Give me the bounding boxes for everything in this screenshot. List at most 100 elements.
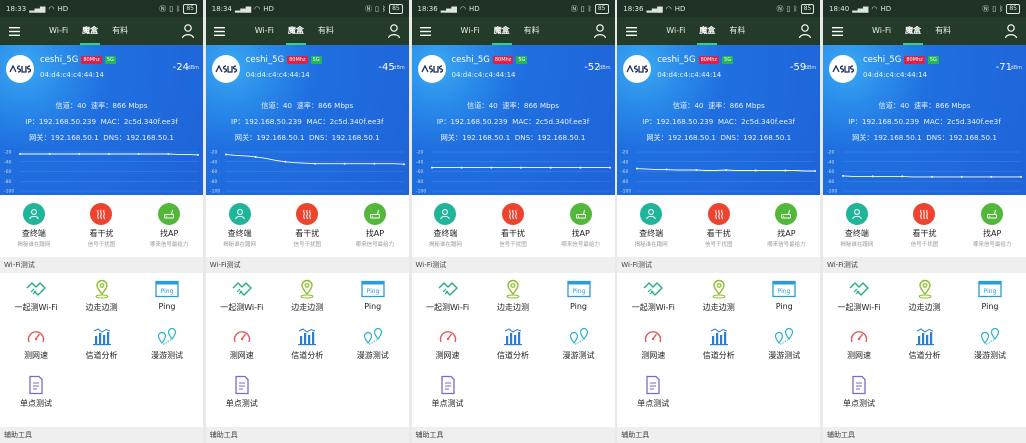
tool-speed-gauge[interactable]: 测网速 bbox=[210, 321, 274, 369]
feature-router[interactable]: 找AP 哪来信号最给力 bbox=[343, 203, 407, 248]
y-tick-label: -100 bbox=[621, 189, 631, 195]
tab-mohe[interactable]: 魔盒 bbox=[75, 17, 105, 45]
profile-button[interactable] bbox=[797, 23, 813, 39]
channel-label: 信道： bbox=[878, 101, 901, 110]
tool-roaming-pins[interactable]: 漫游测试 bbox=[958, 321, 1022, 369]
tab-mohe[interactable]: 魔盒 bbox=[692, 17, 722, 45]
feature-user[interactable]: 查终端 揭秘谁在蹭网 bbox=[208, 203, 272, 248]
tool-roaming-pins[interactable]: 漫游测试 bbox=[341, 321, 405, 369]
menu-button[interactable] bbox=[412, 17, 440, 45]
tool-document[interactable]: 单点测试 bbox=[416, 369, 480, 417]
tab-mohe[interactable]: 魔盒 bbox=[898, 17, 928, 45]
tool-handshake[interactable]: 一起测Wi-Fi bbox=[4, 273, 68, 321]
tab-wifi[interactable]: Wi-Fi bbox=[454, 17, 487, 45]
menu-button[interactable] bbox=[617, 17, 645, 45]
wifi-test-tools: 一起测Wi-Fi 边走边测 Ping Ping 测网速 信道分析 漫游测试单点测试 bbox=[823, 273, 1026, 417]
menu-button[interactable] bbox=[823, 17, 851, 45]
feature-interference[interactable]: 看干扰 信号干扰图 bbox=[69, 203, 133, 248]
tab-youliao[interactable]: 有料 bbox=[517, 17, 547, 45]
tool-bar-chart[interactable]: 信道分析 bbox=[893, 321, 957, 369]
profile-button[interactable] bbox=[386, 23, 402, 39]
tab-mohe[interactable]: 魔盒 bbox=[487, 17, 517, 45]
tab-mohe[interactable]: 魔盒 bbox=[281, 17, 311, 45]
tab-youliao[interactable]: 有料 bbox=[928, 17, 958, 45]
tool-speed-gauge[interactable]: 测网速 bbox=[416, 321, 480, 369]
ip-value: 192.168.50.239 bbox=[244, 117, 302, 126]
channel-width-badge: 80Mhz bbox=[81, 56, 102, 64]
tool-bar-chart[interactable]: 信道分析 bbox=[70, 321, 134, 369]
ip-mac-line: IP：192.168.50.239 MAC：2c5d.340f.ee3f bbox=[412, 117, 615, 127]
feature-user[interactable]: 查终端 揭秘谁在蹭网 bbox=[2, 203, 66, 248]
tool-handshake[interactable]: 一起测Wi-Fi bbox=[416, 273, 480, 321]
tool-handshake[interactable]: 一起测Wi-Fi bbox=[621, 273, 685, 321]
tab-youliao[interactable]: 有料 bbox=[722, 17, 752, 45]
feature-router[interactable]: 找AP 哪来信号最给力 bbox=[754, 203, 818, 248]
tool-bar-chart[interactable]: 信道分析 bbox=[687, 321, 751, 369]
profile-button[interactable] bbox=[592, 23, 608, 39]
feature-interference[interactable]: 看干扰 信号干扰图 bbox=[275, 203, 339, 248]
tab-youliao[interactable]: 有料 bbox=[311, 17, 341, 45]
user-profile-icon bbox=[593, 24, 606, 39]
tool-location-pin[interactable]: 边走边测 bbox=[687, 273, 751, 321]
menu-button[interactable] bbox=[206, 17, 234, 45]
network-type: HD bbox=[674, 4, 686, 13]
tool-bar-chart[interactable]: 信道分析 bbox=[481, 321, 545, 369]
tab-wifi[interactable]: Wi-Fi bbox=[42, 17, 75, 45]
feature-router[interactable]: 找AP 哪来信号最给力 bbox=[960, 203, 1024, 248]
tool-location-pin[interactable]: 边走边测 bbox=[275, 273, 339, 321]
menu-button[interactable] bbox=[0, 17, 28, 45]
profile-button[interactable] bbox=[180, 23, 196, 39]
gateway-dns-line: 网关：192.168.50.1 DNS：192.168.50.1 bbox=[412, 133, 615, 143]
tool-bar-chart[interactable]: 信道分析 bbox=[275, 321, 339, 369]
tool-ping-window[interactable]: Ping Ping bbox=[547, 273, 611, 321]
feature-interference[interactable]: 看干扰 信号干扰图 bbox=[892, 203, 956, 248]
tab-wifi[interactable]: Wi-Fi bbox=[659, 17, 692, 45]
y-tick-label: -100 bbox=[416, 189, 426, 195]
dns-label: DNS： bbox=[720, 133, 744, 142]
gateway-label: 网关： bbox=[29, 133, 51, 142]
feature-interference[interactable]: 看干扰 信号干扰图 bbox=[481, 203, 545, 248]
dns-value: 192.168.50.1 bbox=[537, 133, 586, 142]
profile-button[interactable] bbox=[1003, 23, 1019, 39]
tool-ping-window[interactable]: Ping Ping bbox=[341, 273, 405, 321]
tool-location-pin[interactable]: 边走边测 bbox=[481, 273, 545, 321]
feature-router[interactable]: 找AP 哪来信号最给力 bbox=[137, 203, 201, 248]
y-tick-label: -40 bbox=[621, 159, 628, 165]
tool-document[interactable]: 单点测试 bbox=[4, 369, 68, 417]
feature-user[interactable]: 查终端 揭秘谁在蹭网 bbox=[825, 203, 889, 248]
tool-handshake[interactable]: 一起测Wi-Fi bbox=[210, 273, 274, 321]
tool-location-pin[interactable]: 边走边测 bbox=[893, 273, 957, 321]
tab-youliao[interactable]: 有料 bbox=[105, 17, 135, 45]
tool-roaming-pins[interactable]: 漫游测试 bbox=[547, 321, 611, 369]
tool-document[interactable]: 单点测试 bbox=[210, 369, 274, 417]
tool-location-pin[interactable]: 边走边测 bbox=[70, 273, 134, 321]
signal-point bbox=[108, 152, 110, 155]
tool-document[interactable]: 单点测试 bbox=[827, 369, 891, 417]
handshake-icon bbox=[641, 279, 665, 299]
feature-user[interactable]: 查终端 揭秘谁在蹭网 bbox=[413, 203, 477, 248]
phone-screen: 18:36 ▂▄▆ ◠ HD Ⓝ ▯ ᛒ 85 Wi-Fi 魔盒 有料 cesh… bbox=[617, 0, 821, 443]
mac-label: MAC： bbox=[512, 117, 536, 126]
ping-window-icon: Ping bbox=[361, 279, 385, 299]
feature-router[interactable]: 找AP 哪来信号最给力 bbox=[549, 203, 613, 248]
tab-wifi[interactable]: Wi-Fi bbox=[865, 17, 898, 45]
feature-user[interactable]: 查终端 揭秘谁在蹭网 bbox=[619, 203, 683, 248]
bar-chart-icon bbox=[90, 327, 114, 347]
phone-screen: 18:34 ▂▄▆ ◠ HD Ⓝ ▯ ᛒ 85 Wi-Fi 魔盒 有料 cesh… bbox=[205, 0, 409, 443]
feature-subtitle: 揭秘谁在蹭网 bbox=[223, 242, 257, 248]
tool-row: 单点测试 bbox=[827, 369, 1022, 417]
tool-ping-window[interactable]: Ping Ping bbox=[135, 273, 199, 321]
feature-interference[interactable]: 看干扰 信号干扰图 bbox=[687, 203, 751, 248]
status-time: 18:33 bbox=[6, 4, 27, 13]
tool-handshake[interactable]: 一起测Wi-Fi bbox=[827, 273, 891, 321]
tool-speed-gauge[interactable]: 测网速 bbox=[621, 321, 685, 369]
tool-ping-window[interactable]: Ping Ping bbox=[958, 273, 1022, 321]
tool-document[interactable]: 单点测试 bbox=[621, 369, 685, 417]
tab-wifi[interactable]: Wi-Fi bbox=[248, 17, 281, 45]
tool-roaming-pins[interactable]: 漫游测试 bbox=[752, 321, 816, 369]
tool-speed-gauge[interactable]: 测网速 bbox=[4, 321, 68, 369]
tool-ping-window[interactable]: Ping Ping bbox=[752, 273, 816, 321]
tool-roaming-pins[interactable]: 漫游测试 bbox=[135, 321, 199, 369]
gateway-value: 192.168.50.1 bbox=[873, 133, 922, 142]
tool-speed-gauge[interactable]: 测网速 bbox=[827, 321, 891, 369]
